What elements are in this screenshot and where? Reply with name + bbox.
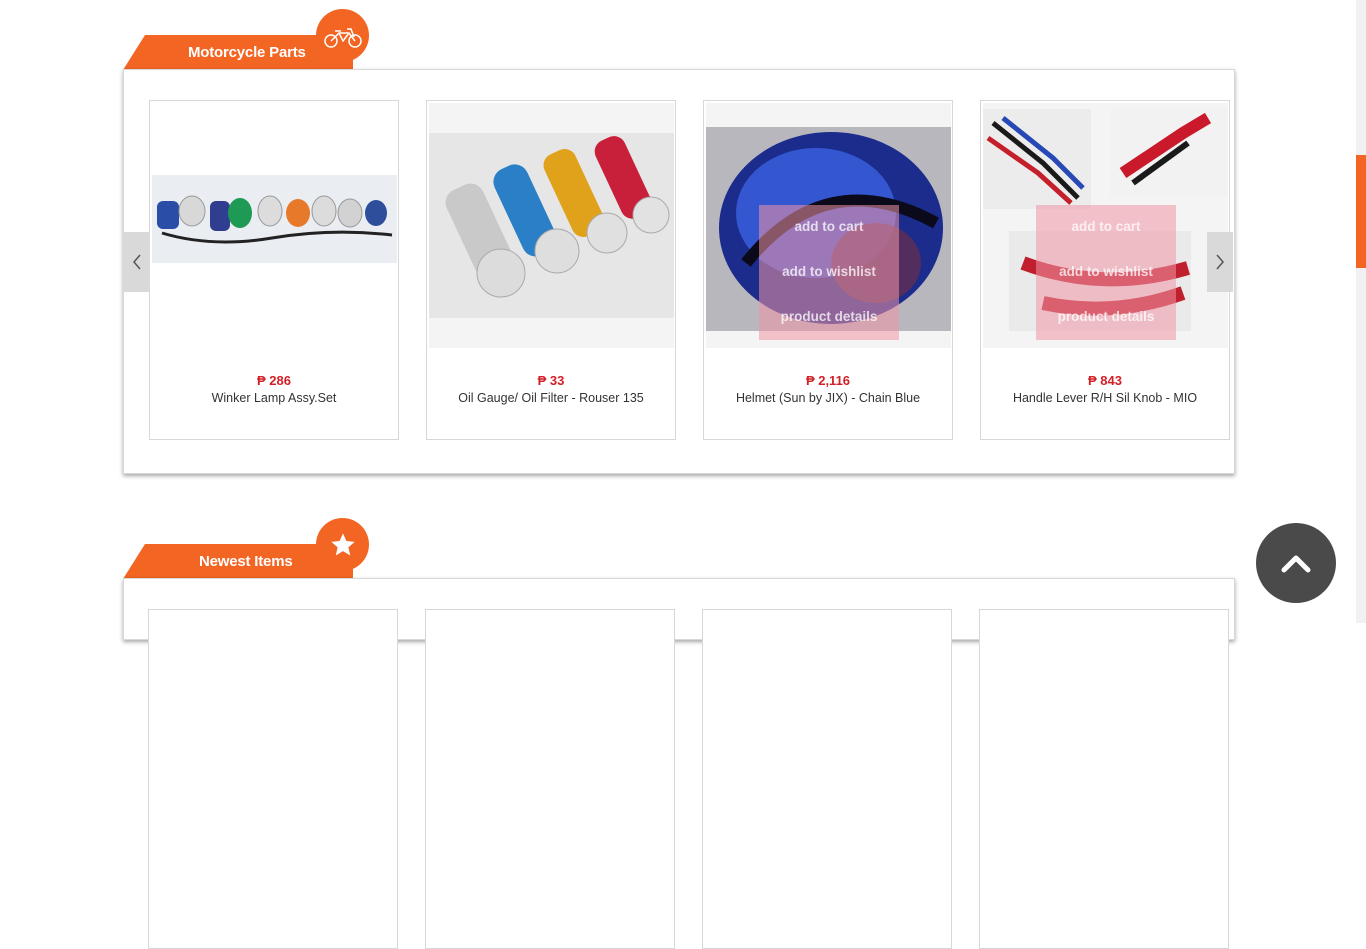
chevron-up-icon bbox=[1281, 555, 1311, 573]
product-hover-actions: add to cart add to wishlist product deta… bbox=[1036, 205, 1176, 340]
add-to-wishlist-button[interactable]: add to wishlist bbox=[759, 264, 899, 279]
product-name[interactable]: Oil Gauge/ Oil Filter - Rouser 135 bbox=[427, 391, 675, 405]
product-price: ₱ 2,116 bbox=[805, 373, 851, 388]
product-price: ₱ 33 bbox=[537, 373, 565, 388]
motorcycle-icon bbox=[316, 9, 369, 62]
product-carousel-motorcycle-parts: ₱ 286 Winker Lamp Assy.Set ₱ 33 Oil Gaug… bbox=[123, 69, 1235, 474]
product-price: ₱ 843 bbox=[1088, 373, 1122, 388]
add-to-wishlist-button[interactable]: add to wishlist bbox=[1036, 264, 1176, 279]
product-image[interactable] bbox=[152, 103, 397, 348]
chevron-left-icon bbox=[133, 254, 141, 270]
product-card[interactable]: ₱ 33 Oil Gauge/ Oil Filter - Rouser 135 bbox=[426, 100, 676, 440]
product-card[interactable]: add to cart add to wishlist product deta… bbox=[703, 100, 953, 440]
product-hover-actions: add to cart add to wishlist product deta… bbox=[759, 205, 899, 340]
product-name[interactable]: Helmet (Sun by JIX) - Chain Blue bbox=[704, 391, 952, 405]
star-icon bbox=[316, 518, 369, 571]
product-image[interactable] bbox=[429, 103, 674, 348]
product-name[interactable]: Handle Lever R/H Sil Knob - MIO bbox=[981, 391, 1229, 405]
carousel-next-button[interactable] bbox=[1207, 232, 1233, 292]
product-card[interactable] bbox=[979, 609, 1229, 949]
scrollbar-thumb[interactable] bbox=[1356, 155, 1366, 268]
carousel-prev-button[interactable] bbox=[124, 232, 150, 292]
add-to-cart-button[interactable]: add to cart bbox=[759, 219, 899, 234]
scrollbar-track[interactable] bbox=[1356, 0, 1366, 623]
product-card[interactable]: add to cart add to wishlist product deta… bbox=[980, 100, 1230, 440]
back-to-top-button[interactable] bbox=[1256, 523, 1336, 603]
chevron-right-icon bbox=[1216, 254, 1224, 270]
product-price: ₱ 286 bbox=[257, 373, 291, 388]
section-title: Newest Items bbox=[199, 553, 293, 570]
product-card[interactable]: ₱ 286 Winker Lamp Assy.Set bbox=[149, 100, 399, 440]
product-card[interactable] bbox=[148, 609, 398, 949]
section-title: Motorcycle Parts bbox=[188, 44, 306, 61]
add-to-cart-button[interactable]: add to cart bbox=[1036, 219, 1176, 234]
product-card[interactable] bbox=[702, 609, 952, 949]
product-details-button[interactable]: product details bbox=[1036, 309, 1176, 324]
product-card[interactable] bbox=[425, 609, 675, 949]
product-carousel-newest-items bbox=[123, 578, 1235, 949]
product-name[interactable]: Winker Lamp Assy.Set bbox=[150, 391, 398, 405]
product-details-button[interactable]: product details bbox=[759, 309, 899, 324]
